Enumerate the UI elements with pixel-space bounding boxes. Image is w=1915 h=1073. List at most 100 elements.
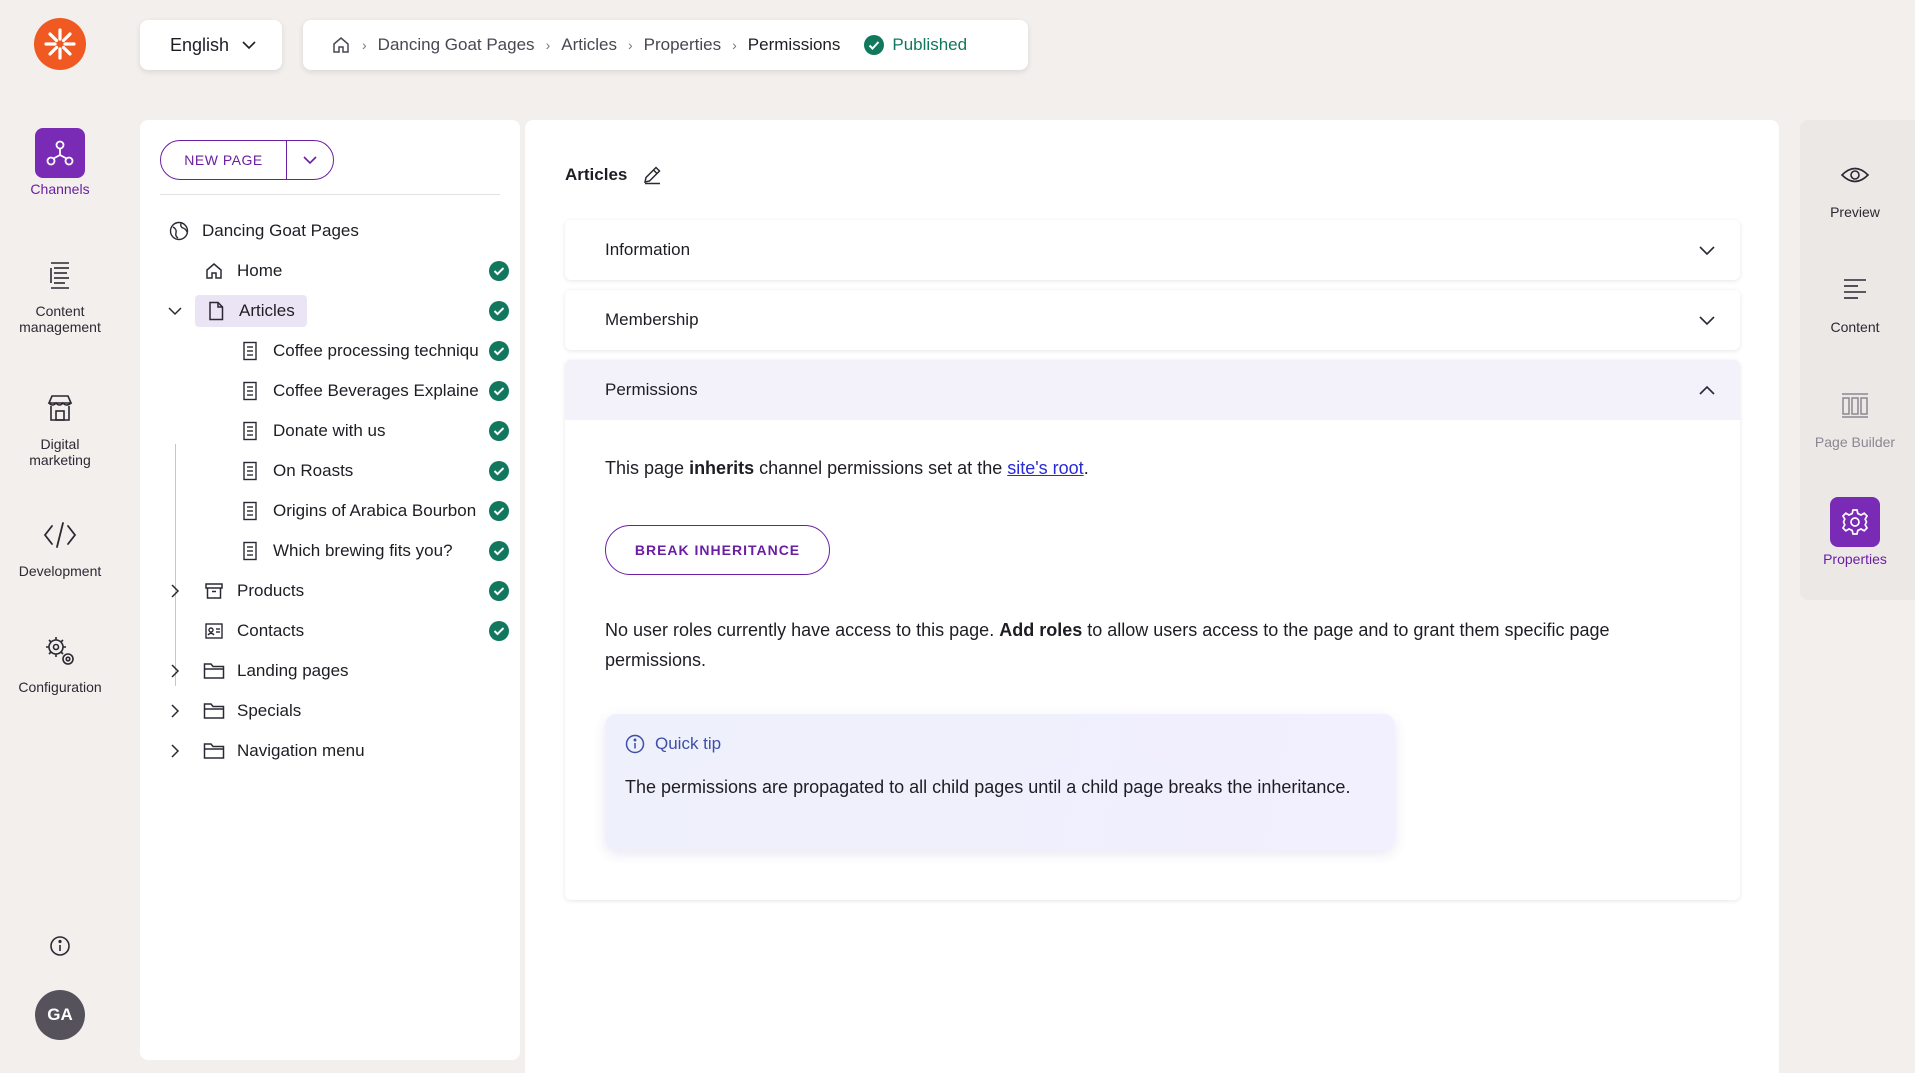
section-membership-header[interactable]: Membership	[565, 290, 1740, 350]
chevron-down-icon	[242, 41, 256, 50]
expand-specials-chevron-right-icon[interactable]	[165, 701, 185, 721]
archive-icon	[203, 580, 225, 602]
published-check-icon	[489, 341, 509, 361]
article-icon	[239, 500, 261, 522]
quick-tip-text: The permissions are propagated to all ch…	[625, 777, 1351, 797]
page-icon	[205, 300, 227, 322]
contacts-icon	[203, 620, 225, 642]
breadcrumb: › Dancing Goat Pages › Articles › Proper…	[303, 20, 1028, 70]
collapse-articles-chevron-down-icon[interactable]	[165, 301, 185, 321]
nav-digital-marketing-label: Digital marketing	[29, 436, 91, 468]
nav-content-management[interactable]: Content management	[0, 250, 120, 335]
gears-icon	[35, 626, 85, 676]
nav-channels-label: Channels	[30, 181, 90, 197]
tree-item-navigation-menu[interactable]: Navigation menu	[203, 735, 365, 767]
breadcrumb-item-dancing-goat-pages[interactable]: Dancing Goat Pages	[378, 35, 535, 55]
inheritance-text-part: channel permissions set at the	[754, 458, 1008, 478]
page-tree-panel: NEW PAGE Dancing Goat Pages Home Article…	[140, 120, 520, 1060]
tree-item-articles[interactable]: Articles	[195, 295, 307, 327]
language-selector[interactable]: English	[140, 20, 282, 70]
breadcrumb-item-permissions: Permissions	[747, 35, 841, 54]
breadcrumb-item-properties[interactable]: Properties	[644, 35, 721, 55]
tree-item-label: Coffee processing techniques	[273, 341, 478, 360]
nav-development[interactable]: Development	[0, 510, 120, 579]
nav-configuration[interactable]: Configuration	[0, 626, 120, 695]
page-title-text: Articles	[565, 165, 628, 184]
expand-products-chevron-right-icon[interactable]	[165, 581, 185, 601]
chevron-down-icon	[1699, 245, 1715, 255]
info-circle-icon	[625, 734, 645, 754]
tree-item-label: Contacts	[237, 621, 305, 640]
tree-item-article[interactable]: Which brewing fits you?	[239, 535, 479, 567]
properties-button[interactable]: Properties	[1800, 497, 1910, 567]
article-icon	[239, 540, 261, 562]
home-icon[interactable]	[331, 35, 351, 55]
preview-label: Preview	[1830, 204, 1880, 220]
tree-item-article[interactable]: Origins of Arabica Bourbon	[239, 495, 479, 527]
inheritance-text-bold: inherits	[689, 458, 755, 478]
tree-item-article[interactable]: Donate with us	[239, 415, 479, 447]
tree-item-label: Products	[237, 581, 305, 600]
user-avatar[interactable]: GA	[35, 990, 85, 1040]
info-icon[interactable]	[48, 934, 72, 958]
divider	[160, 194, 500, 195]
tree-item-products[interactable]: Products	[203, 575, 304, 607]
page-actions-panel: Preview Content Page Builder Properties	[1800, 120, 1915, 600]
expand-navigation-menu-chevron-right-icon[interactable]	[165, 741, 185, 761]
breadcrumb-item-articles[interactable]: Articles	[561, 35, 617, 55]
tree-item-article[interactable]: On Roasts	[239, 455, 479, 487]
new-page-dropdown-button[interactable]	[287, 141, 333, 179]
new-page-button[interactable]: NEW PAGE	[161, 141, 287, 179]
tree-item-label: On Roasts	[273, 461, 354, 480]
article-icon	[239, 420, 261, 442]
nav-content-management-label: Content management	[19, 303, 101, 335]
new-page-split-button: NEW PAGE	[160, 140, 334, 180]
site-root-link[interactable]: site's root	[1007, 458, 1083, 478]
preview-button[interactable]: Preview	[1800, 150, 1910, 220]
nav-digital-marketing[interactable]: Digital marketing	[0, 383, 120, 468]
globe-icon	[168, 220, 190, 242]
page-title: Articles	[565, 164, 663, 186]
section-information-header[interactable]: Information	[565, 220, 1740, 280]
tree-item-article[interactable]: Coffee Beverages Explained	[239, 375, 479, 407]
breadcrumb-separator: ›	[362, 37, 367, 53]
tree-item-label: Donate with us	[273, 421, 386, 440]
tree-root-dancing-goat-pages[interactable]: Dancing Goat Pages	[168, 215, 359, 247]
tree-item-specials[interactable]: Specials	[203, 695, 301, 727]
main-content: Articles Information Membership Permissi…	[525, 120, 1779, 1073]
inheritance-text: This page inherits channel permissions s…	[605, 458, 1089, 479]
published-check-icon	[489, 301, 509, 321]
tree-item-home[interactable]: Home	[203, 255, 282, 287]
nav-channels[interactable]: Channels	[0, 128, 120, 197]
content-button[interactable]: Content	[1800, 265, 1910, 335]
tree-item-contacts[interactable]: Contacts	[203, 615, 304, 647]
tree-item-label: Specials	[237, 701, 302, 720]
status-badge: Published	[864, 35, 967, 55]
permissions-body: This page inherits channel permissions s…	[565, 420, 1740, 900]
tree-item-article[interactable]: Coffee processing techniques	[239, 335, 479, 367]
roles-text-part: No user roles currently have access to t…	[605, 620, 1000, 640]
content-management-icon	[35, 250, 85, 300]
inheritance-text-part: .	[1083, 458, 1089, 478]
page-builder-button[interactable]: Page Builder	[1800, 380, 1910, 450]
published-check-icon	[489, 621, 509, 641]
breadcrumb-separator: ›	[627, 37, 633, 53]
break-inheritance-button[interactable]: BREAK INHERITANCE	[605, 525, 830, 575]
section-label: Permissions	[605, 380, 698, 399]
published-check-icon	[489, 381, 509, 401]
section-permissions-header[interactable]: Permissions	[565, 360, 1740, 420]
published-check-icon	[489, 541, 509, 561]
properties-label: Properties	[1823, 551, 1887, 567]
published-check-icon	[489, 501, 509, 521]
published-check-icon	[489, 261, 509, 281]
pencil-icon[interactable]	[641, 164, 663, 186]
breadcrumb-separator: ›	[545, 37, 551, 53]
article-icon	[239, 340, 261, 362]
article-icon	[239, 380, 261, 402]
folder-icon	[203, 700, 225, 722]
eye-icon	[1830, 150, 1880, 200]
tree-item-landing-pages[interactable]: Landing pages	[203, 655, 349, 687]
expand-landing-pages-chevron-right-icon[interactable]	[165, 661, 185, 681]
kentico-logo-icon[interactable]	[34, 18, 86, 70]
tree-item-label: Articles	[239, 301, 295, 320]
